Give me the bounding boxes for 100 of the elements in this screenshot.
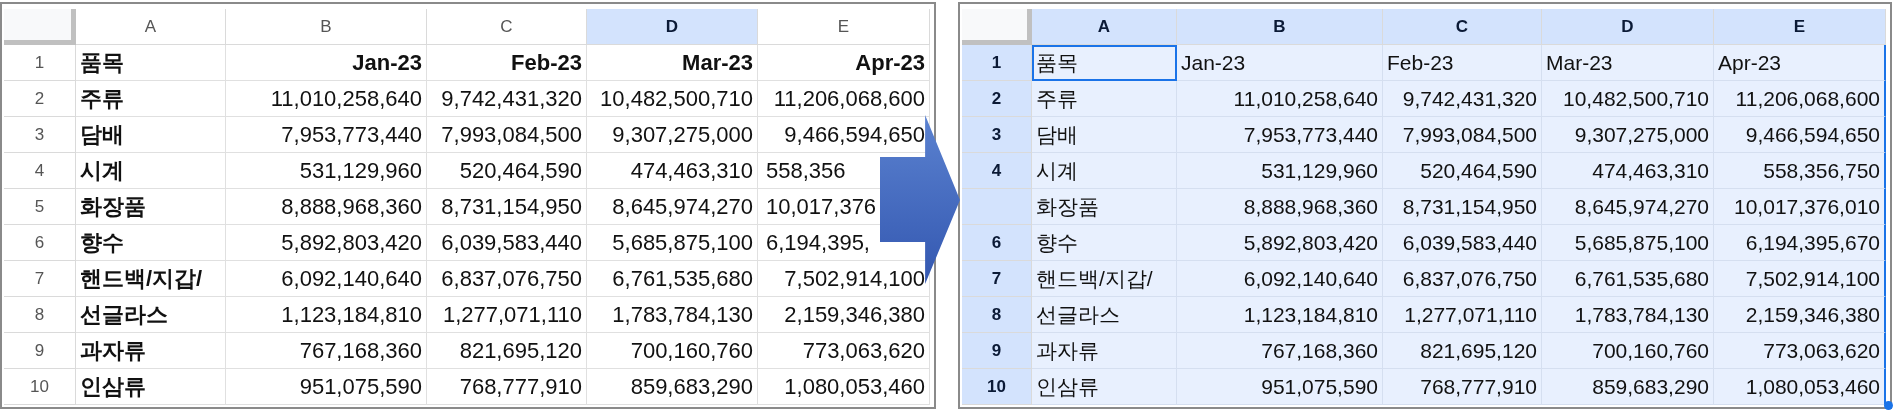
table-cell: 9,742,431,320 [427,81,587,117]
table-cell: 9,307,275,000 [587,117,758,153]
table-cell: 558,356,750 [1714,153,1886,189]
table-cell: 과자류 [76,333,226,369]
table-cell: Apr-23 [758,45,930,81]
table-cell: 9,307,275,000 [1542,117,1714,153]
table-cell: 인삼류 [1032,369,1177,405]
table-cell: Feb-23 [427,45,587,81]
column-header[interactable]: A [1032,9,1177,45]
table-cell: 11,206,068,600 [758,81,930,117]
table-cell: Mar-23 [1542,45,1714,81]
row-header[interactable]: 6 [962,225,1032,261]
table-cell: 8,645,974,270 [1542,189,1714,225]
row-header[interactable]: 7 [962,261,1032,297]
row-header[interactable]: 1 [4,45,76,81]
table-cell: 11,010,258,640 [1177,81,1383,117]
column-header[interactable]: C [1383,9,1542,45]
table-cell: 821,695,120 [1383,333,1542,369]
table-cell: 화장품 [76,189,226,225]
fill-handle[interactable] [1884,401,1893,410]
table-cell: 향수 [1032,225,1177,261]
row-header[interactable]: 4 [4,153,76,189]
table-cell: 11,206,068,600 [1714,81,1886,117]
table-cell: 10,482,500,710 [1542,81,1714,117]
row-header[interactable]: 2 [962,81,1032,117]
row-header[interactable]: 7 [4,261,76,297]
table-cell: 767,168,360 [226,333,427,369]
table-cell: 531,129,960 [226,153,427,189]
table-cell: Feb-23 [1383,45,1542,81]
select-all-corner[interactable] [4,9,76,45]
row-header[interactable]: 1 [962,45,1032,81]
table-cell: 6,039,583,440 [427,225,587,261]
table-cell: 7,993,084,500 [427,117,587,153]
table-cell: 향수 [76,225,226,261]
table-cell: 주류 [1032,81,1177,117]
column-header[interactable]: C [427,9,587,45]
table-cell: 1,783,784,130 [1542,297,1714,333]
table-cell: 6,761,535,680 [587,261,758,297]
table-cell: 821,695,120 [427,333,587,369]
table-cell: 시계 [1032,153,1177,189]
table-cell: 474,463,310 [587,153,758,189]
row-header[interactable]: 4 [962,153,1032,189]
row-header[interactable] [962,189,1032,225]
table-cell: 1,080,053,460 [758,369,930,405]
table-cell: 8,645,974,270 [587,189,758,225]
column-header[interactable]: B [1177,9,1383,45]
column-header[interactable]: E [758,9,930,45]
table-cell: 인삼류 [76,369,226,405]
table-cell: 1,277,071,110 [427,297,587,333]
table-cell: 5,892,803,420 [226,225,427,261]
row-header[interactable]: 5 [4,189,76,225]
table-cell: 10,482,500,710 [587,81,758,117]
row-header[interactable]: 10 [962,369,1032,405]
table-cell: 9,466,594,650 [1714,117,1886,153]
table-cell: 6,092,140,640 [226,261,427,297]
row-header[interactable]: 3 [962,117,1032,153]
row-header[interactable]: 10 [4,369,76,405]
row-header[interactable]: 2 [4,81,76,117]
column-header[interactable]: A [76,9,226,45]
column-header[interactable]: D [1542,9,1714,45]
row-header[interactable]: 9 [962,333,1032,369]
select-all-corner[interactable] [962,9,1032,45]
table-cell: 주류 [76,81,226,117]
table-cell: 951,075,590 [226,369,427,405]
table-cell: 품목 [1032,45,1177,81]
table-cell: 1,783,784,130 [587,297,758,333]
table-cell: 773,063,620 [1714,333,1886,369]
table-cell: 6,194,395,670 [1714,225,1886,261]
table-cell: 520,464,590 [427,153,587,189]
table-cell: 시계 [76,153,226,189]
table-cell: 8,888,968,360 [1177,189,1383,225]
table-cell: 5,892,803,420 [1177,225,1383,261]
table-cell: 6,837,076,750 [1383,261,1542,297]
table-cell: 핸드백/지갑/ [76,261,226,297]
table-cell: 951,075,590 [1177,369,1383,405]
column-header[interactable]: E [1714,9,1886,45]
table-cell: 9,742,431,320 [1383,81,1542,117]
table-cell: 7,953,773,440 [1177,117,1383,153]
row-header[interactable]: 8 [4,297,76,333]
table-cell: 5,685,875,100 [587,225,758,261]
table-cell: 700,160,760 [1542,333,1714,369]
table-cell: 474,463,310 [1542,153,1714,189]
table-cell: 768,777,910 [1383,369,1542,405]
table-cell: 8,731,154,950 [427,189,587,225]
table-cell: 8,731,154,950 [1383,189,1542,225]
row-header[interactable]: 9 [4,333,76,369]
row-header[interactable]: 3 [4,117,76,153]
row-header[interactable]: 6 [4,225,76,261]
column-header[interactable]: B [226,9,427,45]
column-header[interactable]: D [587,9,758,45]
table-cell: 7,953,773,440 [226,117,427,153]
row-header[interactable]: 8 [962,297,1032,333]
table-cell: 767,168,360 [1177,333,1383,369]
table-cell: 담배 [1032,117,1177,153]
table-cell: 1,123,184,810 [1177,297,1383,333]
table-cell: 1,123,184,810 [226,297,427,333]
table-cell: 520,464,590 [1383,153,1542,189]
table-cell: 7,993,084,500 [1383,117,1542,153]
table-cell: 531,129,960 [1177,153,1383,189]
table-cell: 5,685,875,100 [1542,225,1714,261]
